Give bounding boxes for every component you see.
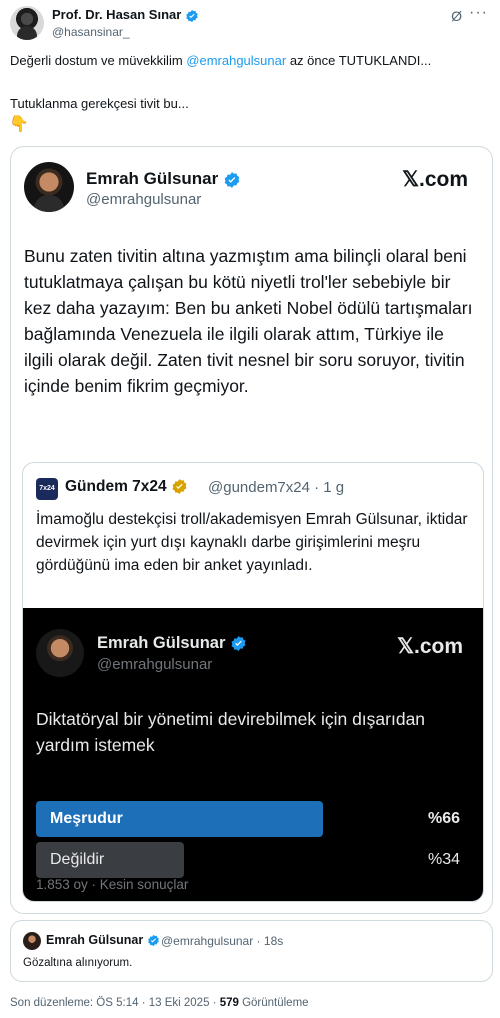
poll-option-percent: %66 [427,810,460,827]
tweet-text-line1: Değerli dostum ve müvekkilim @emrahgulsu… [10,53,431,68]
card-tweet-text: Bunu zaten tivitin altına yazmıştım ama … [24,246,473,396]
poll-option: Meşrudur %66 [36,801,472,837]
reply-author-name[interactable]: Emrah Gülsunar [46,933,143,947]
poll-screenshot: Emrah Gülsunar @emrahgulsunar 𝕏.com Dikt… [23,608,483,901]
verified-gold-badge-icon [172,479,187,495]
reply-tweet-card[interactable]: Emrah Gülsunar @emrahgulsunar · 18s Göza… [10,920,493,982]
tweet-header: Prof. Dr. Hasan Sınar @hasansinar_ Ø ··· [10,4,490,46]
card-author-name: Emrah Gülsunar [86,169,219,188]
quote-handle-time: @gundem7x24 · 1 g [208,479,345,496]
poll-question: Diktatöryal bir yönetimi devirebilmek iç… [36,709,426,755]
quote-name-row: Gündem 7x24 [65,478,188,496]
author-avatar[interactable] [10,6,44,40]
attached-image-card[interactable]: Emrah Gülsunar @emrahgulsunar 𝕏.com Bunu… [10,146,493,914]
verified-badge-icon [224,171,240,188]
view-count: 579 [219,997,239,1009]
edited-timestamp[interactable]: Son düzenleme: ÖS 5:14 · 13 Eki 2025 · [10,997,220,1009]
card-avatar [24,162,74,212]
poll-option: Değildir %34 [36,842,472,878]
more-options-icon[interactable]: ··· [469,4,488,22]
quote-author-name: Gündem 7x24 [65,478,167,495]
x-com-logo: 𝕏.com [402,168,468,191]
pointing-down-emoji: 👇 [9,116,29,133]
card-author-handle: @emrahgulsunar [86,191,202,208]
poll-avatar [36,629,84,677]
quoted-tweet: 7x24 Gündem 7x24 @gundem7x24 · 1 g İmamo… [22,462,484,902]
grok-icon[interactable]: Ø [451,8,462,24]
verified-badge-icon [147,935,159,947]
reply-handle-time: @emrahgulsunar · 18s [161,934,284,948]
tweet-footer-meta: Son düzenleme: ÖS 5:14 · 13 Eki 2025 · 5… [10,997,309,1009]
mention-link[interactable]: @emrahgulsunar [186,53,286,68]
poll-author-handle: @emrahgulsunar [97,656,213,673]
tweet-text-line2: Tutuklanma gerekçesi tivit bu... [10,96,189,111]
poll-option-label: Değildir [50,851,105,868]
poll-vote-count: 1.853 oy · Kesin sonuçlar [36,877,189,892]
card-name-row: Emrah Gülsunar [86,169,241,189]
reply-text: Gözaltına alınıyorum. [23,957,133,969]
poll-option-percent: %34 [427,851,460,868]
reply-name-row[interactable]: Emrah Gülsunar [46,933,160,947]
author-handle[interactable]: @hasansinar_ [52,25,130,39]
x-com-logo: 𝕏.com [397,635,463,658]
poll-option-label: Meşrudur [50,810,123,827]
views-label: Görüntüleme [238,997,309,1009]
author-name-row[interactable]: Prof. Dr. Hasan Sınar [52,7,199,23]
poll-name-row: Emrah Gülsunar [97,634,247,653]
author-name[interactable]: Prof. Dr. Hasan Sınar [52,7,181,22]
reply-avatar[interactable] [23,932,41,950]
verified-badge-icon [186,9,198,22]
quote-text: İmamoğlu destekçisi troll/akademisyen Em… [36,511,468,574]
tweet-text-end: az önce TUTUKLANDI... [286,53,432,68]
verified-badge-icon [231,636,246,652]
poll-author-name: Emrah Gülsunar [97,634,226,652]
tweet-text-start: Değerli dostum ve müvekkilim [10,53,187,68]
gundem-logo: 7x24 [36,478,58,500]
